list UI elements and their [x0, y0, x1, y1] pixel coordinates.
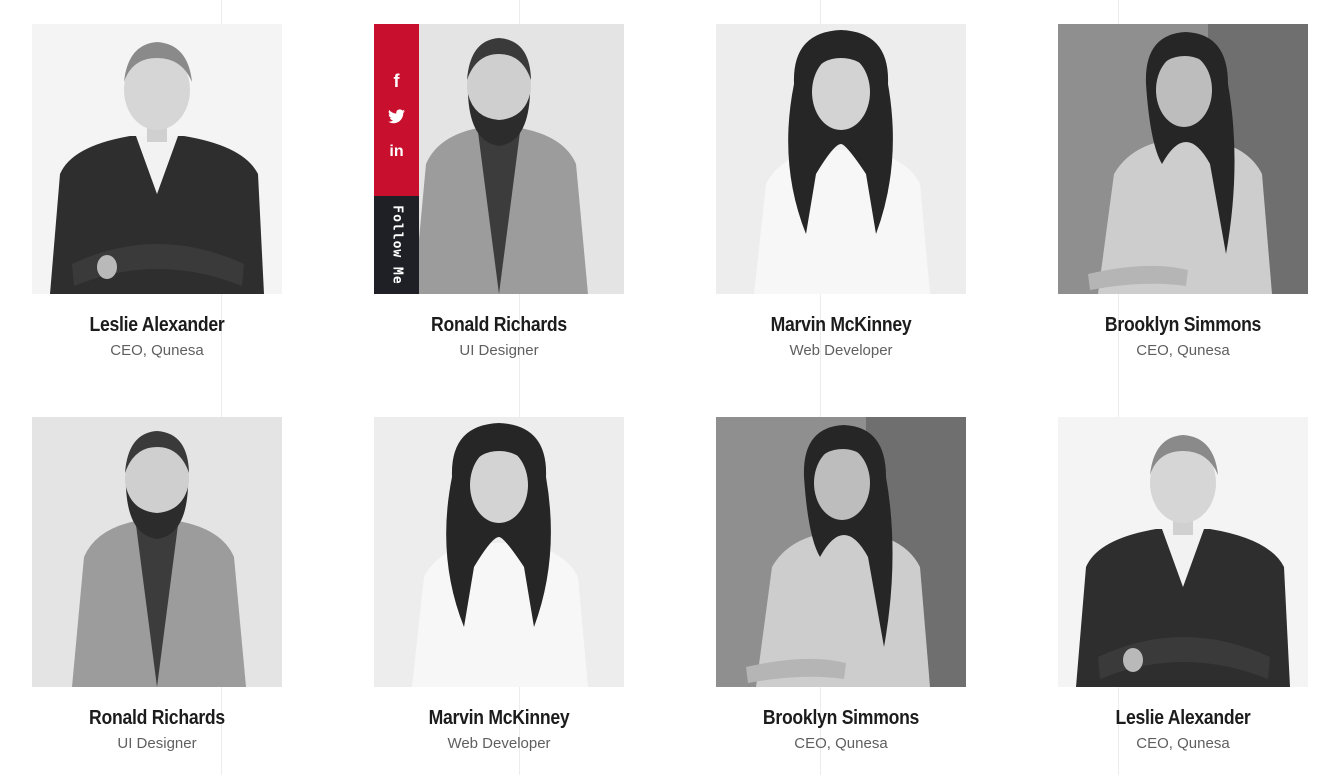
team-card: Ronald Richards UI Designer — [32, 417, 282, 754]
team-photo[interactable] — [32, 417, 282, 687]
team-card: f in Follow Me Ronald Richards UI Design… — [374, 24, 624, 361]
member-role: CEO, Qunesa — [110, 342, 204, 359]
team-card: Marvin McKinney Web Developer — [374, 417, 624, 754]
member-role: UI Designer — [459, 342, 539, 359]
member-role: Web Developer — [447, 735, 551, 752]
team-card: Leslie Alexander CEO, Qunesa — [32, 24, 282, 361]
member-name[interactable]: Leslie Alexander — [47, 313, 267, 337]
facebook-icon[interactable]: f — [374, 64, 419, 99]
member-role: UI Designer — [117, 735, 197, 752]
team-card: Brooklyn Simmons CEO, Qunesa — [716, 417, 966, 754]
member-name[interactable]: Marvin McKinney — [731, 313, 951, 337]
member-role: Web Developer — [789, 342, 893, 359]
member-name[interactable]: Brooklyn Simmons — [731, 706, 951, 730]
team-photo[interactable] — [716, 417, 966, 687]
team-photo[interactable] — [1058, 24, 1308, 294]
team-photo[interactable] — [716, 24, 966, 294]
member-role: CEO, Qunesa — [1136, 342, 1230, 359]
team-photo[interactable] — [32, 24, 282, 294]
team-card: Marvin McKinney Web Developer — [716, 24, 966, 361]
member-name[interactable]: Ronald Richards — [47, 706, 267, 730]
team-photo[interactable] — [1058, 417, 1308, 687]
follow-me-label: Follow Me — [389, 205, 404, 285]
linkedin-icon[interactable]: in — [374, 134, 419, 169]
team-photo[interactable] — [374, 417, 624, 687]
team-section: Leslie Alexander CEO, Qunesa f in Follow… — [0, 0, 1340, 775]
team-photo[interactable]: f in Follow Me — [374, 24, 624, 294]
member-role: CEO, Qunesa — [794, 735, 888, 752]
follow-me-bar[interactable]: Follow Me — [374, 196, 419, 294]
member-name[interactable]: Brooklyn Simmons — [1073, 313, 1293, 337]
team-card: Leslie Alexander CEO, Qunesa — [1058, 417, 1308, 754]
member-name[interactable]: Ronald Richards — [389, 313, 609, 337]
social-links: f in — [374, 24, 419, 196]
twitter-icon[interactable] — [374, 99, 419, 134]
member-role: CEO, Qunesa — [1136, 735, 1230, 752]
member-name[interactable]: Leslie Alexander — [1073, 706, 1293, 730]
member-name[interactable]: Marvin McKinney — [389, 706, 609, 730]
team-card: Brooklyn Simmons CEO, Qunesa — [1058, 24, 1308, 361]
